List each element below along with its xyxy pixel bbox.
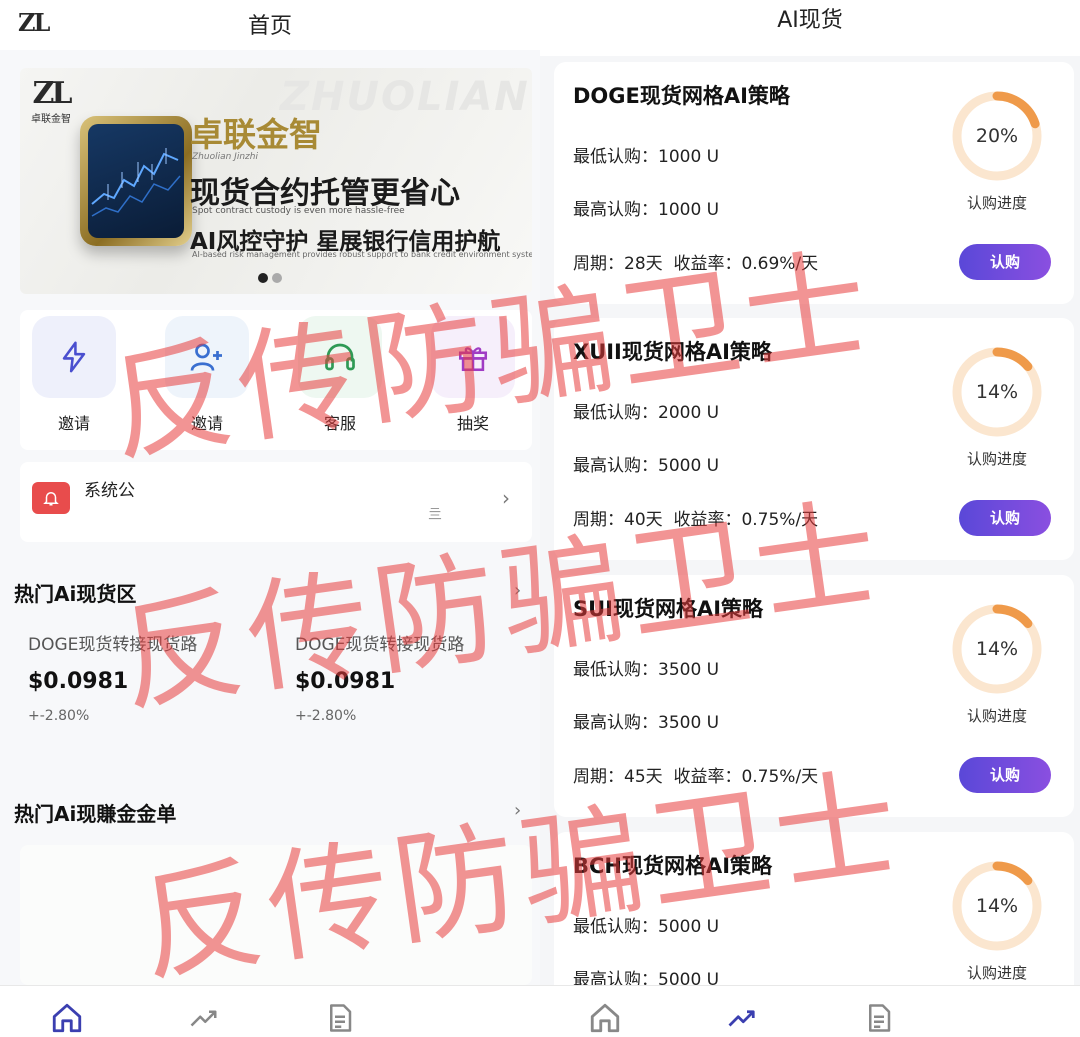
strategy-name: XUII现货网格AI策略 (573, 340, 772, 364)
banner-logo-mark: ZL (32, 76, 73, 111)
leaderboard-panel (20, 845, 532, 985)
chevron-right-icon[interactable]: › (514, 800, 521, 821)
strategy-name: BCH现货网格AI策略 (573, 854, 773, 878)
bell-icon (32, 482, 70, 514)
progress-percent: 20% (975, 125, 1019, 147)
yield-rate: 收益率：0.75%/天 (673, 767, 819, 787)
notice-text: 系统公 (84, 481, 135, 501)
bottom-tab-bar (0, 985, 540, 1037)
progress-percent: 14% (975, 638, 1019, 660)
banner-brand-en: Zhuolian Jinzhi (192, 152, 258, 162)
headset-icon (298, 316, 382, 398)
quick-action-label: 抽奖 (456, 414, 489, 433)
banner-logo: ZL 卓联金智 (26, 76, 76, 126)
strategy-name: DOGE现货网格AI策略 (573, 84, 790, 108)
cycle-value: 周期：45天 (573, 767, 663, 787)
progress-label: 认购进度 (966, 194, 1027, 212)
progress-percent: 14% (975, 895, 1019, 917)
progress-label: 认购进度 (966, 964, 1027, 982)
promo-banner[interactable]: ZHUOLIAN ZL 卓联金智 卓联金智 Zhuolian Jinzhi 现货… (20, 68, 532, 294)
subscribe-button[interactable]: 认购 (959, 757, 1051, 793)
hot-spot-section-title: 热门Ai现货区 (14, 582, 137, 606)
trend-icon (190, 1010, 217, 1027)
ai-spot-header: AI现货 (540, 0, 1080, 56)
strategy-card[interactable]: SUI现货网格AI策略最低认购：3500 U 最高认购：3500 U 周期：45天 … (554, 575, 1074, 817)
quick-action-label: 邀请 (190, 414, 223, 433)
ai-spot-screen: AI现货 DOGE现货网格AI策略最低认购：1000 U 最高认购：1000 U 周… (540, 0, 1080, 1037)
cycle-and-rate: 周期：45天 收益率：0.75%/天 (573, 762, 818, 787)
subscribe-button[interactable]: 认购 (959, 244, 1051, 280)
progress-label: 认购进度 (966, 707, 1027, 725)
tab-market[interactable] (722, 1000, 762, 1036)
leaderboard-section-title: 热门Ai现賺金金单 (14, 802, 177, 826)
cycle-value: 周期：40天 (573, 510, 663, 530)
quick-actions: 邀请 邀请 客服 抽奖 (20, 310, 532, 450)
yield-rate: 收益率：0.75%/天 (673, 510, 819, 530)
banner-headline-en: Spot contract custody is even more hassl… (192, 206, 405, 216)
home-icon (590, 1003, 620, 1033)
quick-action-label: 邀请 (57, 414, 90, 433)
gift-icon (431, 316, 515, 398)
bottom-tab-bar (540, 985, 1080, 1037)
home-header: ZL 首页 (0, 0, 540, 50)
chip-illustration (80, 116, 192, 246)
system-notice[interactable]: 系统公 亖 › (20, 462, 532, 542)
progress-percent: 14% (975, 381, 1019, 403)
carousel-dot[interactable] (272, 273, 282, 283)
quick-action-support[interactable]: 客服 (298, 316, 382, 434)
coin-change: +-2.80% (295, 708, 357, 724)
trend-icon (728, 1010, 755, 1027)
min-subscription: 最低认购：5000 U (573, 917, 720, 937)
document-icon (330, 1004, 352, 1032)
coin-price: $0.0981 (295, 669, 396, 694)
min-subscription: 最低认购：3500 U (573, 660, 720, 680)
tab-orders[interactable] (859, 1000, 899, 1036)
carousel-dot-active[interactable] (258, 273, 268, 283)
quick-action-label: 客服 (323, 414, 356, 433)
tab-home[interactable] (47, 1000, 87, 1036)
tab-market[interactable] (184, 1000, 224, 1036)
tab-orders[interactable] (320, 1000, 360, 1036)
tab-home[interactable] (585, 1000, 625, 1036)
max-subscription: 最高认购：5000 U (573, 456, 720, 476)
document-icon (869, 1004, 891, 1032)
quick-action-lottery[interactable]: 抽奖 (431, 316, 515, 434)
home-screen: ZL 首页 ZHUOLIAN ZL 卓联金智 卓联金智 Zhuolian Jin… (0, 0, 540, 1037)
coin-change: +-2.80% (28, 708, 90, 724)
quick-action-invite[interactable]: 邀请 (32, 316, 116, 434)
min-subscription: 最低认购：1000 U (573, 147, 720, 167)
cycle-and-rate: 周期：28天 收益率：0.69%/天 (573, 249, 818, 274)
coin-card[interactable]: DOGE现货转接现货路 $0.0981 +-2.80% (28, 630, 268, 758)
min-subscription: 最低认购：2000 U (573, 403, 720, 423)
lightning-icon (32, 316, 116, 398)
strategy-card[interactable]: DOGE现货网格AI策略最低认购：1000 U 最高认购：1000 U 周期：28天… (554, 62, 1074, 304)
coin-name: DOGE现货转接现货路 (28, 635, 198, 655)
notice-marker: 亖 (428, 507, 442, 523)
quick-action-invite-user[interactable]: 邀请 (165, 316, 249, 434)
strategy-card[interactable]: XUII现货网格AI策略最低认购：2000 U 最高认购：5000 U 周期：40天… (554, 318, 1074, 560)
coin-card[interactable]: DOGE现货转接现货路 $0.0981 +-2.80% (295, 630, 535, 758)
carousel-dots[interactable] (258, 268, 286, 287)
subscribe-button[interactable]: 认购 (959, 500, 1051, 536)
page-title: 首页 (247, 14, 292, 39)
coin-name: DOGE现货转接现货路 (295, 635, 465, 655)
banner-tagline-en: AI-based risk management provides robust… (192, 250, 532, 259)
cycle-value: 周期：28天 (573, 254, 663, 274)
banner-logo-sub: 卓联金智 (31, 114, 71, 125)
screenshot-root: ZL 首页 ZHUOLIAN ZL 卓联金智 卓联金智 Zhuolian Jin… (0, 0, 1080, 1037)
chevron-right-icon[interactable]: › (514, 580, 521, 601)
progress-label: 认购进度 (966, 450, 1027, 468)
chevron-right-icon: › (502, 486, 510, 510)
cycle-and-rate: 周期：40天 收益率：0.75%/天 (573, 505, 818, 530)
page-title: AI现货 (777, 8, 843, 33)
coin-price: $0.0981 (28, 669, 129, 694)
add-user-icon (165, 316, 249, 398)
home-icon (52, 1003, 82, 1033)
banner-brand: 卓联金智 (190, 115, 322, 154)
strategy-name: SUI现货网格AI策略 (573, 597, 764, 621)
yield-rate: 收益率：0.69%/天 (673, 254, 819, 274)
max-subscription: 最高认购：1000 U (573, 200, 720, 220)
max-subscription: 最高认购：3500 U (573, 713, 720, 733)
